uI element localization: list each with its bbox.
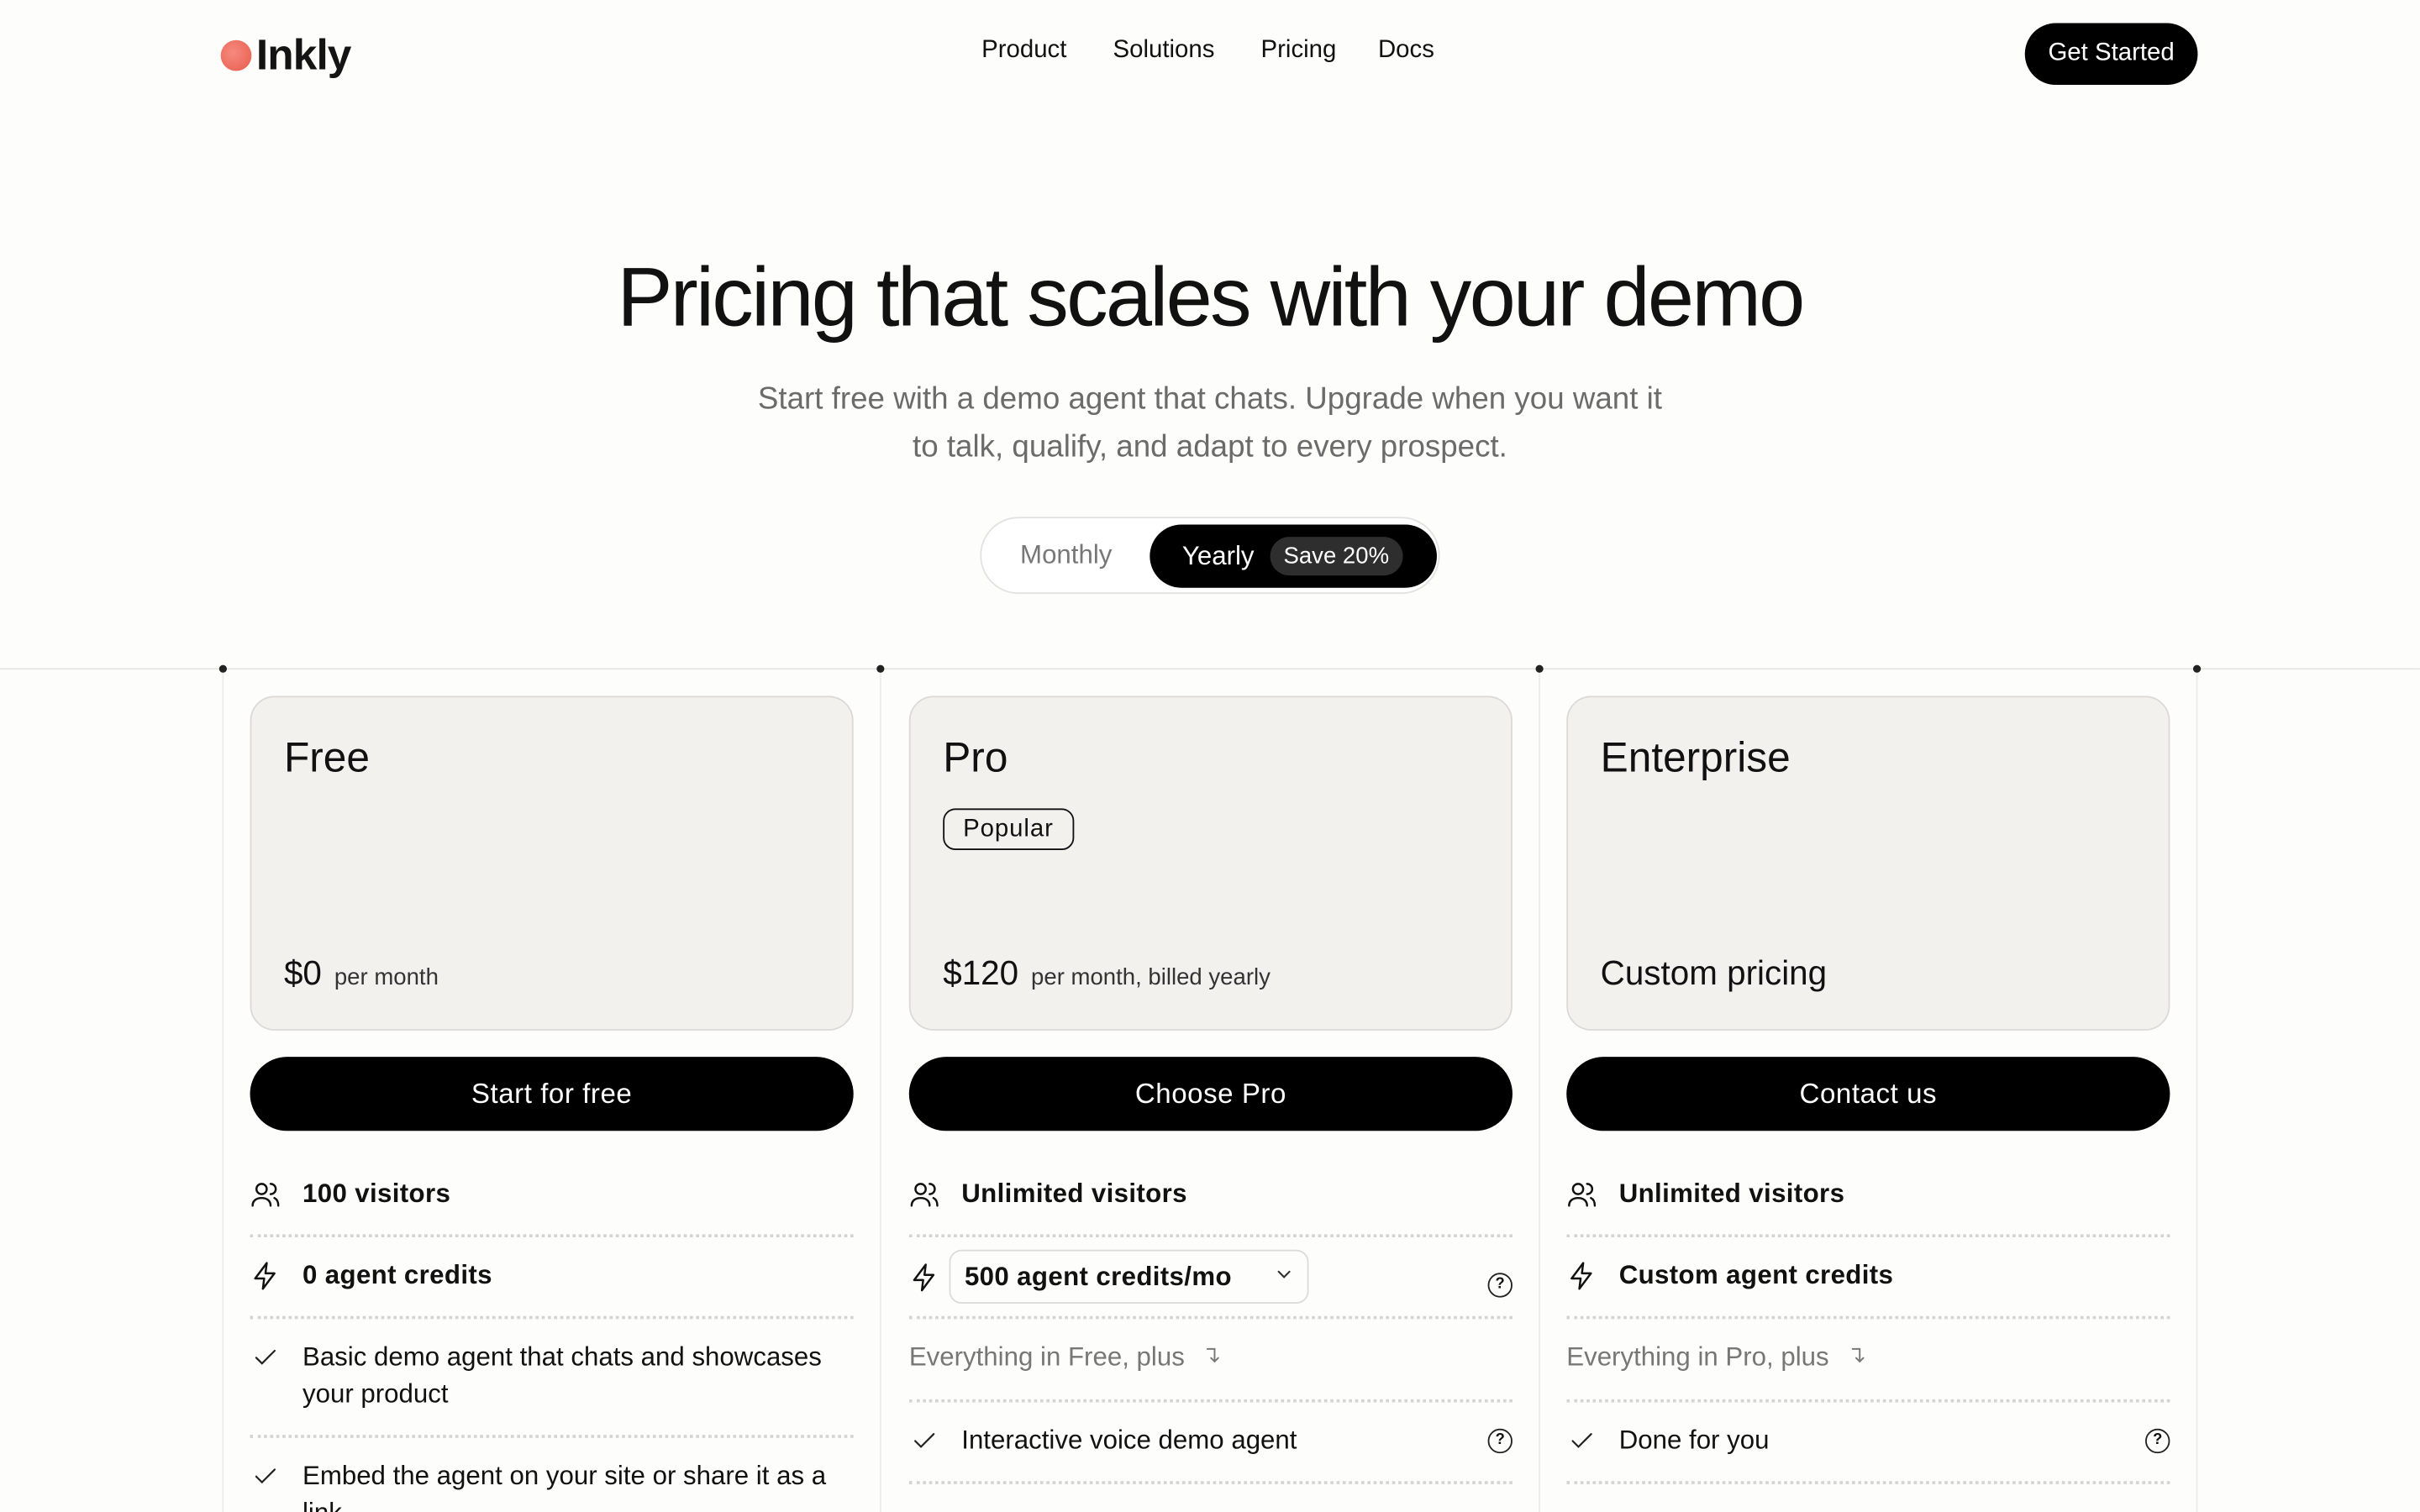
price-suffix: per month, billed yearly bbox=[1031, 963, 1270, 991]
chevron-down-icon bbox=[1273, 1258, 1295, 1295]
pricing-page: Inkly Product Solutions Pricing Docs Get… bbox=[0, 0, 2420, 1512]
plan-free: Free $0 per month Start for free 100 vis… bbox=[250, 696, 854, 1512]
feature-list: Unlimited visitors 500 agent credits/mo … bbox=[908, 1156, 1512, 1484]
users-icon bbox=[909, 1176, 940, 1213]
plan-card: Enterprise Custom pricing bbox=[1566, 696, 2170, 1031]
feature-list: Unlimited visitors Custom agent credits … bbox=[1566, 1156, 2170, 1484]
toggle-monthly[interactable]: Monthly bbox=[1020, 540, 1112, 571]
plan-name: Pro bbox=[943, 734, 1008, 781]
credits-select[interactable]: 500 agent credits/mo bbox=[949, 1249, 1309, 1305]
grid-line bbox=[1539, 668, 1541, 1512]
feature-item: Basic demo agent that chats and showcase… bbox=[250, 1319, 854, 1438]
nav-product[interactable]: Product bbox=[981, 37, 1066, 65]
contact-us-button[interactable]: Contact us bbox=[1566, 1057, 2170, 1131]
plan-name: Enterprise bbox=[1600, 734, 1791, 781]
grid-dot bbox=[2192, 664, 2202, 673]
credits-select-wrap: 500 agent credits/mo ? bbox=[949, 1249, 1512, 1305]
plan-card: Pro Popular $120 per month, billed yearl… bbox=[908, 696, 1512, 1031]
feature-item: Unlimited visitors bbox=[908, 1156, 1512, 1238]
page-title: Pricing that scales with your demo bbox=[617, 251, 1805, 344]
price-suffix: per month bbox=[334, 963, 439, 991]
check-icon bbox=[250, 1458, 281, 1495]
toggle-yearly[interactable]: Yearly Save 20% bbox=[1150, 524, 1437, 588]
everything-in-free: Everything in Free, plus bbox=[908, 1341, 1185, 1372]
feature-list: 100 visitors 0 agent credits Basic demo … bbox=[250, 1156, 854, 1512]
plan-pro: Pro Popular $120 per month, billed yearl… bbox=[908, 696, 1512, 1484]
corner-down-right-icon bbox=[1204, 1340, 1226, 1377]
check-icon bbox=[1566, 1422, 1597, 1459]
nav-solutions[interactable]: Solutions bbox=[1113, 37, 1215, 65]
subtitle-line-2: to talk, qualify, and adapt to every pro… bbox=[913, 430, 1507, 465]
nav-pricing[interactable]: Pricing bbox=[1261, 37, 1337, 65]
check-icon bbox=[909, 1422, 940, 1459]
popular-badge: Popular bbox=[943, 808, 1074, 851]
feature-item: Custom agent credits bbox=[1566, 1237, 2170, 1320]
feature-text: Unlimited visitors bbox=[1618, 1179, 1845, 1209]
feature-item: Interactive voice demo agent ? bbox=[908, 1402, 1512, 1484]
main-nav: Product Solutions Pricing Docs bbox=[981, 37, 1434, 65]
feature-text: 100 visitors bbox=[302, 1179, 451, 1209]
billing-toggle: Monthly Yearly Save 20% bbox=[980, 517, 1440, 595]
users-icon bbox=[1566, 1176, 1597, 1213]
feature-text: Basic demo agent that chats and showcase… bbox=[302, 1341, 822, 1409]
grid-line bbox=[222, 668, 224, 1512]
feature-text: Done for you bbox=[1618, 1425, 1770, 1455]
feature-text: 0 agent credits bbox=[302, 1260, 492, 1290]
feature-item: Everything in Free, plus bbox=[908, 1319, 1512, 1402]
help-circle-icon[interactable]: ? bbox=[1487, 1272, 1512, 1297]
logo-text: Inkly bbox=[255, 30, 352, 79]
feature-item: Everything in Pro, plus bbox=[1566, 1319, 2170, 1402]
logo-mark-icon bbox=[220, 39, 252, 71]
bolt-icon bbox=[1566, 1257, 1597, 1294]
plan-card: Free $0 per month bbox=[250, 696, 854, 1031]
logo[interactable]: Inkly bbox=[220, 30, 352, 81]
plan-price: $120 per month, billed yearly bbox=[943, 953, 1270, 994]
nav-docs[interactable]: Docs bbox=[1378, 37, 1434, 65]
grid-line bbox=[0, 668, 2420, 670]
price-amount: $120 bbox=[943, 953, 1019, 992]
toggle-yearly-label: Yearly bbox=[1181, 540, 1255, 570]
everything-in-pro: Everything in Pro, plus bbox=[1566, 1341, 1829, 1372]
plan-enterprise: Enterprise Custom pricing Contact us Unl… bbox=[1566, 696, 2170, 1484]
grid-line bbox=[2196, 668, 2198, 1512]
plan-name: Free bbox=[283, 734, 370, 781]
help-circle-icon[interactable]: ? bbox=[2145, 1427, 2170, 1453]
get-started-button[interactable]: Get Started bbox=[2024, 23, 2198, 86]
help-circle-icon[interactable]: ? bbox=[1487, 1427, 1512, 1453]
users-icon bbox=[250, 1176, 281, 1213]
check-icon bbox=[250, 1339, 281, 1376]
feature-item: 500 agent credits/mo ? bbox=[908, 1237, 1512, 1320]
feature-item: Unlimited visitors bbox=[1566, 1156, 2170, 1238]
corner-down-right-icon bbox=[1849, 1340, 1870, 1377]
page-subtitle: Start free with a demo agent that chats.… bbox=[0, 376, 2420, 472]
feature-item: Done for you ? bbox=[1566, 1402, 2170, 1484]
credits-select-value: 500 agent credits/mo bbox=[964, 1261, 1232, 1291]
choose-pro-button[interactable]: Choose Pro bbox=[908, 1057, 1512, 1131]
bolt-icon bbox=[250, 1257, 281, 1294]
feature-item: Embed the agent on your site or share it… bbox=[250, 1438, 854, 1512]
grid-dot bbox=[218, 664, 227, 673]
start-free-button[interactable]: Start for free bbox=[250, 1057, 854, 1131]
grid-line bbox=[879, 668, 881, 1512]
grid-dot bbox=[876, 664, 885, 673]
feature-text: Everything in Pro, plus bbox=[1566, 1339, 2170, 1377]
plan-price: $0 per month bbox=[284, 953, 439, 994]
feature-item: 100 visitors bbox=[250, 1156, 854, 1238]
feature-text: Everything in Free, plus bbox=[909, 1339, 1512, 1377]
plan-price: Custom pricing bbox=[1600, 953, 1828, 992]
save-badge: Save 20% bbox=[1269, 537, 1403, 576]
feature-text: Unlimited visitors bbox=[961, 1179, 1187, 1209]
feature-text: Custom agent credits bbox=[1618, 1260, 1894, 1290]
price-amount: $0 bbox=[283, 953, 322, 992]
feature-item: 0 agent credits bbox=[250, 1237, 854, 1320]
subtitle-line-1: Start free with a demo agent that chats.… bbox=[757, 382, 1663, 417]
feature-text: Embed the agent on your site or share it… bbox=[302, 1461, 827, 1512]
bolt-icon bbox=[909, 1259, 940, 1296]
feature-text: Interactive voice demo agent bbox=[961, 1425, 1297, 1455]
grid-dot bbox=[1535, 664, 1544, 673]
